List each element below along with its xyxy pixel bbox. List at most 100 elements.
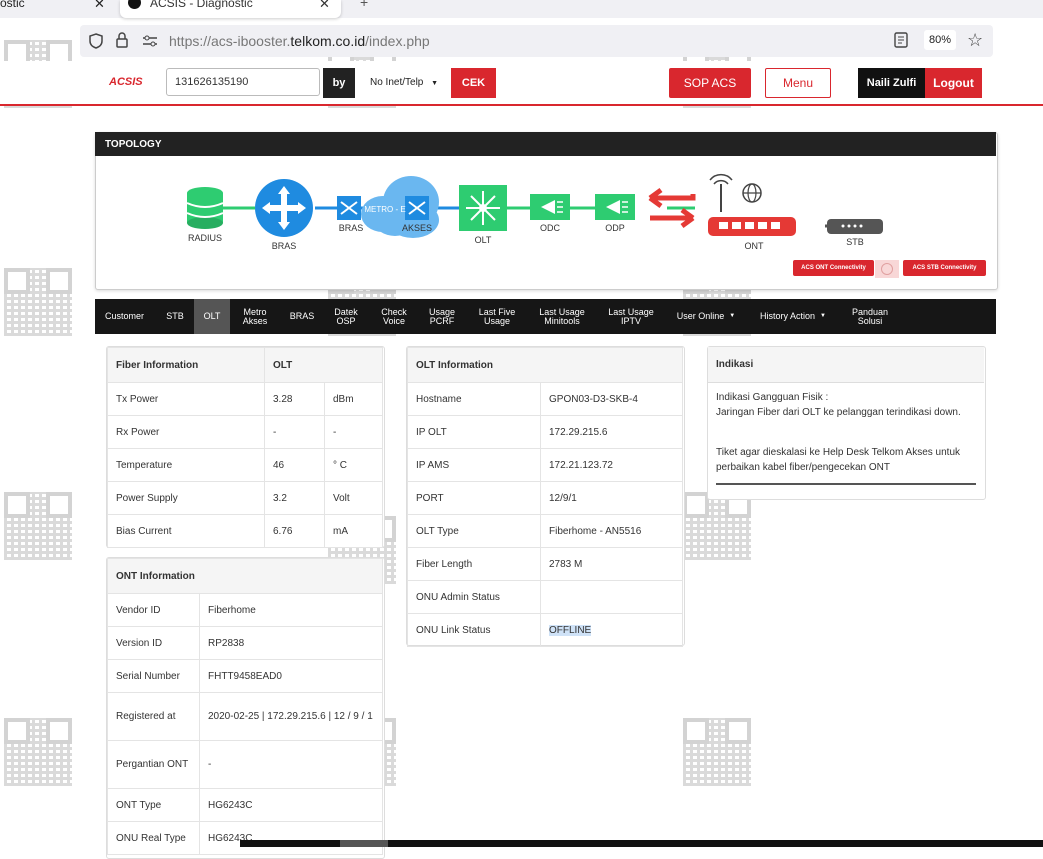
indikasi-line-2: Jaringan Fiber dari OLT ke pelanggan ter… (716, 407, 961, 418)
search-type-select[interactable]: No Inet/Telp ▼ (362, 68, 450, 98)
row-label: Power Supply (107, 481, 265, 515)
table-row: ONU Admin Status (407, 580, 683, 614)
indikasi-line-4: perbaikan kabel fiber/pengecekan ONT (716, 462, 890, 473)
table-row: ONT Type HG6243C (107, 788, 383, 822)
table-row: Serial Number FHTT9458EAD0 (107, 659, 383, 693)
row-value: 46 (264, 448, 325, 482)
loading-spinner-icon (881, 263, 893, 275)
scrollbar-thumb[interactable] (340, 840, 388, 847)
table-row: PORT 12/9/1 (407, 481, 683, 515)
close-icon[interactable]: ✕ (94, 0, 105, 12)
watermark-qr (4, 492, 72, 560)
row-value: 2783 M (540, 547, 683, 581)
row-value: HG6243C (199, 821, 383, 855)
ont-information-table: ONT Information Vendor ID Fiberhome Vers… (107, 558, 383, 855)
row-value: FHTT9458EAD0 (199, 659, 383, 693)
row-value: 172.21.123.72 (540, 448, 683, 482)
row-value: RP2838 (199, 626, 383, 660)
row-label: Fiber Length (407, 547, 541, 581)
tab-stb[interactable]: STB (159, 299, 191, 334)
shield-icon[interactable] (88, 33, 104, 49)
odc-label: ODC (540, 223, 560, 233)
row-value: Fiberhome - AN5516 (540, 514, 683, 548)
acs-stb-connectivity-badge[interactable]: ACS STB Connectivity (903, 260, 986, 276)
odc-icon[interactable] (530, 194, 570, 220)
table-header-row: OLT Information (407, 347, 683, 383)
row-value: 3.2 (264, 481, 325, 515)
tab-olt[interactable]: OLT (194, 299, 230, 334)
row-unit: mA (324, 514, 383, 548)
tab-bras[interactable]: BRAS (283, 299, 321, 334)
ont-label: ONT (744, 241, 764, 251)
tab-panduan-solusi[interactable]: Panduan Solusi (845, 299, 895, 334)
bras-switch-icon[interactable] (337, 196, 361, 220)
caret-down-icon: ▼ (820, 313, 826, 319)
radius-db-icon[interactable] (186, 187, 224, 229)
tab-last-five-usage[interactable]: Last Five Usage (472, 299, 522, 334)
cek-button[interactable]: CEK (451, 68, 496, 98)
tab-customer[interactable]: Customer (95, 299, 154, 334)
logout-button[interactable]: Logout (925, 68, 982, 98)
stb-icon[interactable] (827, 219, 883, 234)
url-prefix: https://acs-ibooster. (169, 33, 291, 49)
table-row: Registered at 2020-02-25 | 172.29.215.6 … (107, 692, 383, 741)
zoom-level[interactable]: 80% (924, 30, 956, 50)
table-row: OLT Type Fiberhome - AN5516 (407, 514, 683, 548)
fiber-title: Fiber Information (107, 347, 265, 383)
tab-user-online[interactable]: User Online ▼ (671, 299, 741, 334)
user-name-button[interactable]: Naili Zulfi (858, 68, 925, 98)
lock-icon[interactable] (115, 32, 129, 49)
tab-title: ACSIS - Diagnostic (150, 0, 253, 10)
table-header-row: ONT Information (107, 558, 383, 594)
menu-button[interactable]: Menu (765, 68, 831, 98)
browser-tab-active[interactable]: ACSIS - Diagnostic ✕ (120, 0, 341, 18)
tab-user-online-label: User Online (676, 311, 725, 321)
watermark-qr (4, 268, 72, 336)
bookmark-star-icon[interactable]: ☆ (967, 30, 983, 51)
row-label: PORT (407, 481, 541, 515)
tab-last-usage-minitools[interactable]: Last Usage Minitools (532, 299, 592, 334)
akses-label: AKSES (401, 223, 432, 233)
search-input[interactable] (166, 68, 320, 96)
row-label: IP AMS (407, 448, 541, 482)
close-icon[interactable]: ✕ (319, 0, 330, 12)
url-path: /index.php (365, 33, 430, 49)
ont-connectivity-status (875, 260, 899, 278)
table-row: Temperature 46 ° C (107, 448, 383, 482)
acs-ont-connectivity-badge[interactable]: ACS ONT Connectivity (793, 260, 874, 276)
table-row: Tx Power 3.28 dBm (107, 382, 383, 416)
odp-icon[interactable] (595, 194, 635, 220)
tab-metro-akses[interactable]: Metro Akses (235, 299, 275, 334)
tab-last-usage-iptv[interactable]: Last Usage IPTV (601, 299, 661, 334)
ont-router-icon[interactable] (708, 217, 796, 236)
tab-history-action[interactable]: History Action ▼ (753, 299, 833, 334)
row-value: OFFLINE (540, 613, 683, 647)
row-label: Pergantian ONT (107, 740, 200, 789)
browser-tab-previous[interactable]: ostic ✕ (0, 0, 118, 18)
tab-datek-osp[interactable]: Datek OSP (326, 299, 366, 334)
row-label: Registered at (107, 692, 200, 741)
metro-label: METRO - E (364, 205, 406, 214)
ont-title: ONT Information (107, 558, 383, 594)
row-unit: ° C (324, 448, 383, 482)
by-label: by (323, 68, 355, 98)
row-unit: dBm (324, 382, 383, 416)
row-value (540, 580, 683, 614)
app-logo[interactable]: ACSIS (109, 76, 143, 88)
reader-view-icon[interactable] (894, 32, 908, 48)
permissions-icon[interactable] (142, 34, 158, 48)
olt-title: OLT Information (407, 347, 683, 383)
url-text[interactable]: https://acs-ibooster.telkom.co.id/index.… (169, 33, 430, 49)
sop-acs-button[interactable]: SOP ACS (669, 68, 751, 98)
tab-check-voice[interactable]: Check Voice (374, 299, 414, 334)
tab-usage-pcrf[interactable]: Usage PCRF (420, 299, 464, 334)
row-label: Tx Power (107, 382, 265, 416)
new-tab-icon[interactable]: + (360, 0, 368, 10)
bras-router-icon[interactable] (255, 179, 313, 237)
search-type-value: No Inet/Telp (370, 77, 424, 88)
olt-icon[interactable] (459, 185, 507, 231)
url-domain: telkom.co.id (290, 33, 366, 49)
akses-switch-icon[interactable] (405, 196, 429, 220)
row-label: OLT Type (407, 514, 541, 548)
watermark-qr (683, 492, 751, 560)
